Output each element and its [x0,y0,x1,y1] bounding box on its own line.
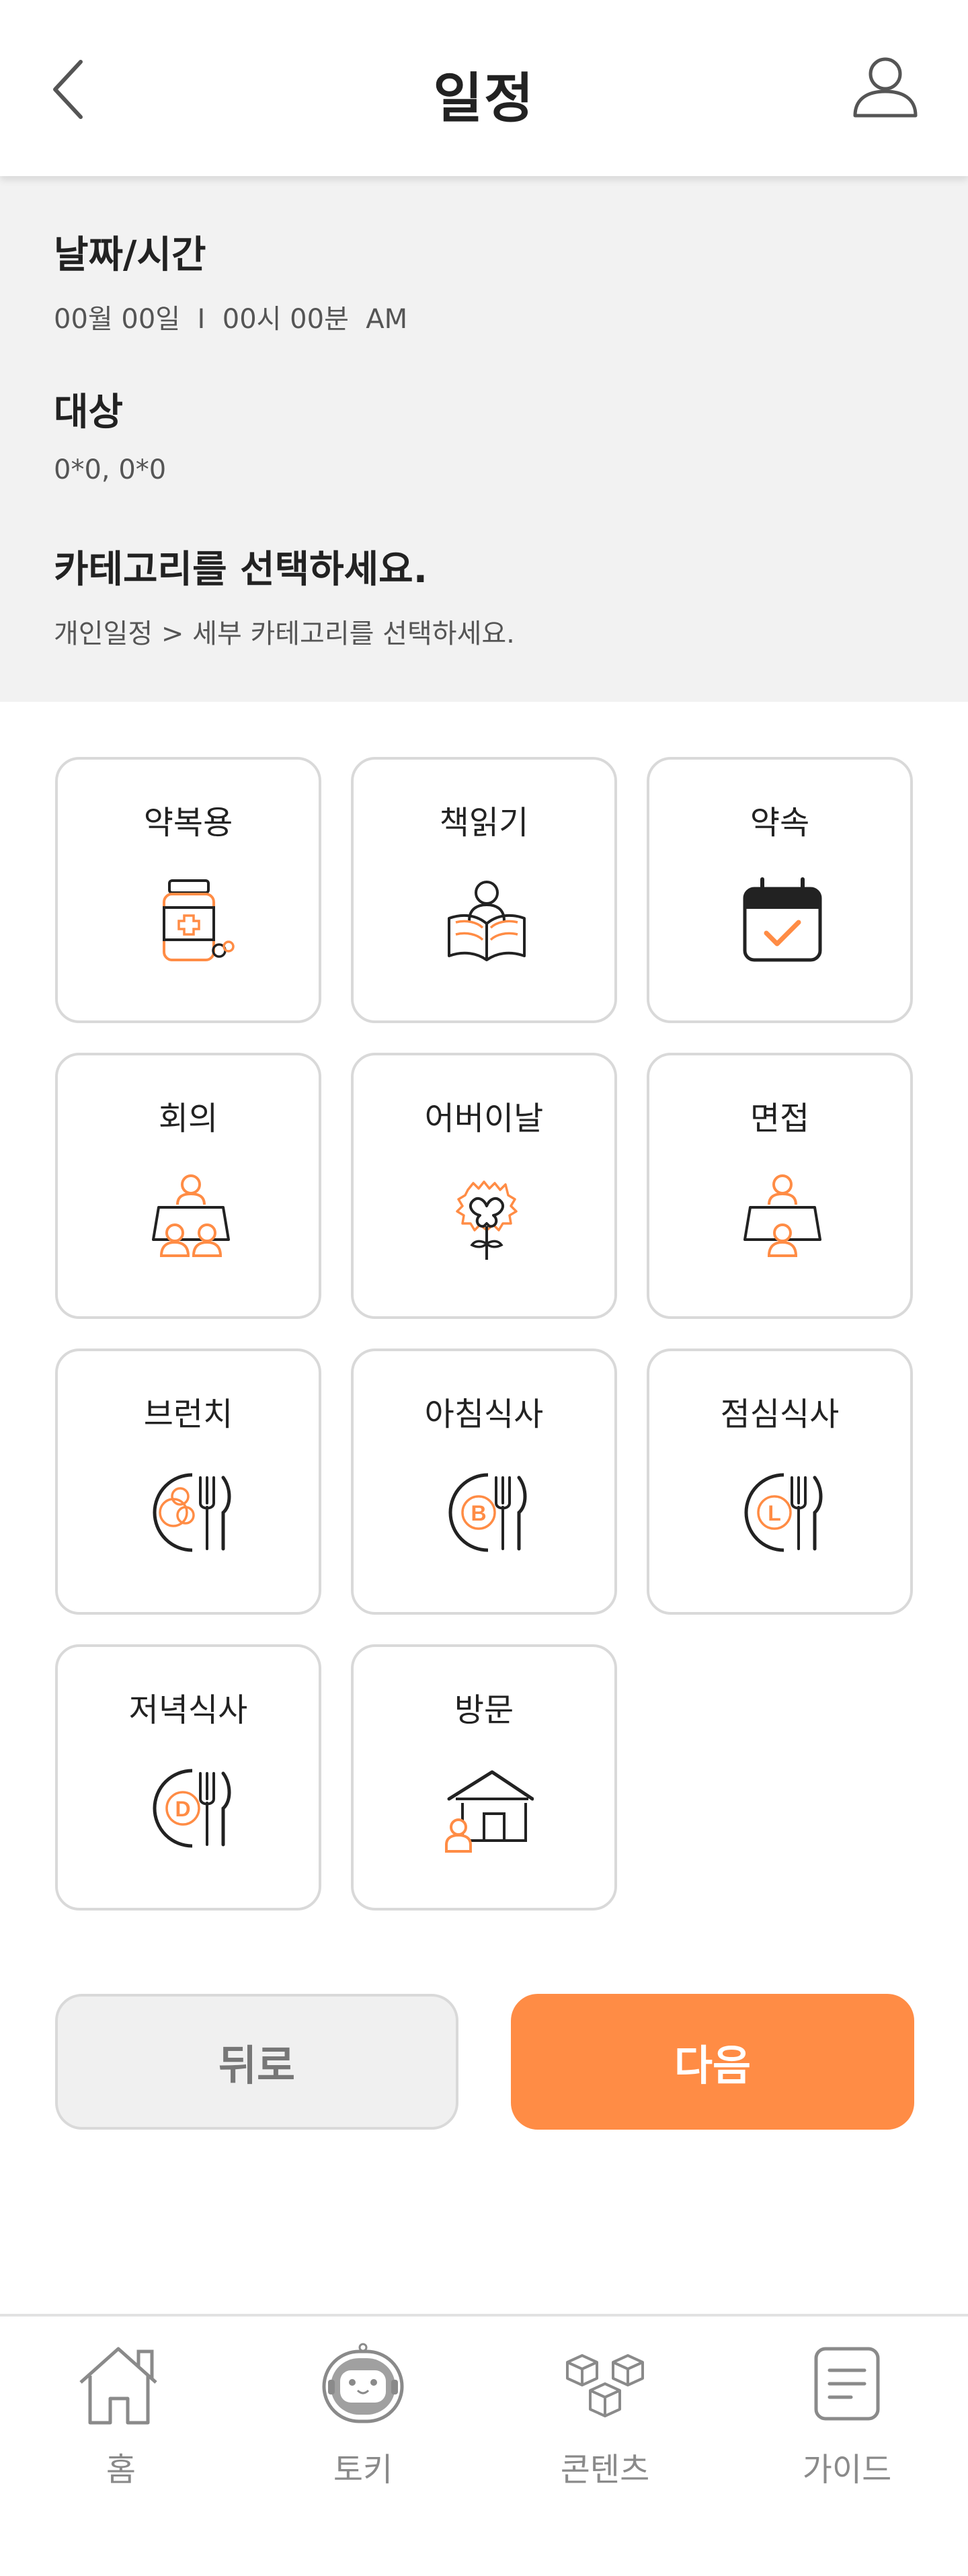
medicine-bottle-icon [163,879,235,961]
cubes-icon [566,2354,644,2417]
category-dinner[interactable]: 저녁식사 D [55,1644,321,1910]
category-hint: 개인일정 > 세부 카테고리를 선택하세요. [54,618,515,649]
nav-item-guide[interactable]: 가이드 [766,2342,928,2497]
house-visit-icon [445,1770,534,1853]
category-label: 저녁식사 [128,1691,248,1729]
svg-text:B: B [471,1501,486,1525]
schedule-info-section: 날짜/시간 00월 00일 I 00시 00분 AM 대상 0*0, 0*0 카… [0,176,968,702]
nav-label: 토키 [333,2451,393,2489]
category-label: 약속 [750,804,810,842]
nav-item-home[interactable]: 홈 [40,2342,202,2497]
datetime-value: 00월 00일 I 00시 00분 AM [54,304,408,335]
calendar-check-icon [743,877,822,962]
category-label: 아침식사 [424,1396,544,1433]
category-label: 약복용 [143,804,233,842]
category-parents-day[interactable]: 어버이날 [351,1053,617,1319]
nav-item-toki[interactable]: 토키 [282,2342,444,2497]
category-meeting[interactable]: 회의 [55,1053,321,1319]
category-lunch[interactable]: 점심식사 L [647,1349,913,1615]
category-medicine[interactable]: 약복용 [55,757,321,1023]
category-reading[interactable]: 책읽기 [351,757,617,1023]
lunch-plate-icon: L [744,1473,823,1552]
interview-desk-icon [743,1174,821,1257]
category-label: 어버이날 [424,1100,544,1137]
app-header: 일정 [0,0,968,176]
category-breakfast[interactable]: 아침식사 B [351,1349,617,1615]
home-icon [79,2347,157,2425]
category-appointment[interactable]: 약속 [647,757,913,1023]
category-label: 방문 [454,1691,514,1729]
nav-label: 콘텐츠 [560,2451,650,2489]
datetime-label: 날짜/시간 [54,233,206,277]
page-title: 일정 [433,67,535,130]
meeting-table-icon [152,1174,230,1257]
robot-icon [322,2343,404,2423]
svg-text:D: D [175,1797,190,1821]
document-icon [814,2347,880,2421]
target-label: 대상 [54,391,124,434]
category-interview[interactable]: 면접 [647,1053,913,1319]
bottom-nav: 홈 토키 콘텐츠 가이드 [0,2314,968,2576]
category-label: 점심식사 [720,1396,840,1433]
brunch-plate-icon [153,1473,231,1552]
carnation-bouquet-icon [456,1180,518,1260]
dinner-plate-icon: D [153,1769,231,1848]
next-button[interactable]: 다음 [511,1994,914,2130]
category-label: 회의 [158,1100,218,1137]
profile-button[interactable] [848,51,922,125]
nav-item-contents[interactable]: 콘텐츠 [524,2342,686,2497]
category-brunch[interactable]: 브런치 [55,1349,321,1615]
nav-label: 홈 [106,2451,136,2489]
category-visit[interactable]: 방문 [351,1644,617,1910]
category-label: 면접 [750,1100,810,1137]
reading-book-icon [448,881,526,961]
nav-label: 가이드 [802,2451,892,2489]
back-step-button[interactable]: 뒤로 [55,1994,458,2130]
category-label: 책읽기 [439,804,529,842]
user-icon [853,57,918,118]
target-value: 0*0, 0*0 [54,454,167,485]
category-label: 브런치 [143,1396,233,1433]
svg-text:L: L [768,1501,781,1525]
category-prompt: 카테고리를 선택하세요. [54,548,428,592]
breakfast-plate-icon: B [448,1473,527,1552]
